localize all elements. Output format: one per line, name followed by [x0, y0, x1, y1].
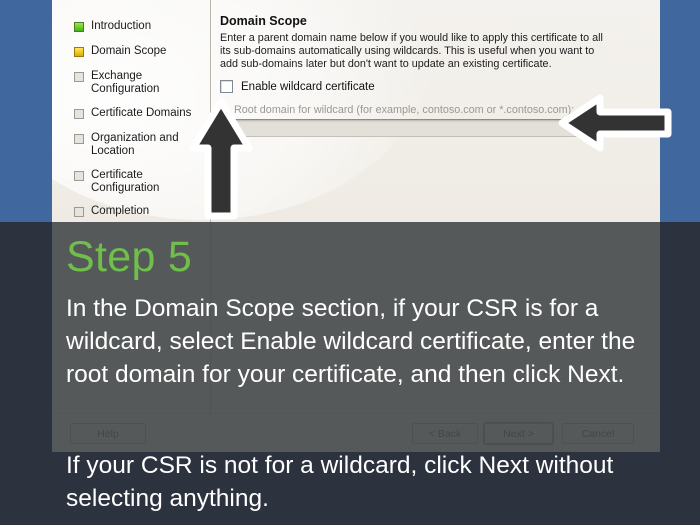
sidebar-item-label: Introduction	[91, 20, 152, 32]
step-status-icon-current	[74, 47, 84, 57]
left-arrow-icon	[556, 92, 674, 159]
caption-footer-text: If your CSR is not for a wildcard, click…	[66, 452, 614, 512]
sidebar-item-exchange-configuration[interactable]: Exchange Configuration	[74, 70, 159, 95]
enable-wildcard-certificate-label: Enable wildcard certificate	[241, 80, 375, 93]
enable-wildcard-certificate-row[interactable]: Enable wildcard certificate	[220, 80, 375, 93]
sidebar-item-domain-scope[interactable]: Domain Scope	[74, 45, 166, 58]
step-status-icon-done	[74, 22, 84, 32]
sidebar-item-label: Domain Scope	[91, 45, 167, 57]
caption-body-text: In the Domain Scope section, if your CSR…	[66, 295, 636, 388]
page-title: Domain Scope	[220, 14, 307, 28]
sidebar-item-certificate-configuration[interactable]: Certificate Configuration	[74, 169, 159, 194]
up-arrow-icon	[186, 96, 256, 229]
step-title: Step 5	[66, 233, 193, 281]
step-status-icon-pending	[74, 171, 84, 181]
instruction-caption: Step 5 In the Domain Scope section, if y…	[0, 222, 700, 525]
sidebar-item-completion[interactable]: Completion	[74, 205, 149, 218]
step-status-icon-pending	[74, 207, 84, 217]
sidebar-item-label: Exchange Configuration	[91, 70, 160, 95]
pane-description: Enter a parent domain name below if you …	[220, 32, 603, 71]
sidebar-item-label: Organization and Location	[91, 132, 179, 157]
sidebar-item-introduction[interactable]: Introduction	[74, 20, 151, 33]
sidebar-item-certificate-domains[interactable]: Certificate Domains	[74, 107, 191, 120]
sidebar-item-label: Certificate Configuration	[91, 169, 160, 194]
step-status-icon-pending	[74, 72, 84, 82]
step-status-icon-pending	[74, 109, 84, 119]
sidebar-item-label: Certificate Domains	[91, 107, 192, 119]
step-status-icon-pending	[74, 134, 84, 144]
sidebar-item-organization-and-location[interactable]: Organization and Location	[74, 132, 179, 157]
sidebar-item-label: Completion	[91, 205, 150, 217]
root-domain-label: Root domain for wildcard (for example, c…	[234, 104, 575, 116]
enable-wildcard-certificate-checkbox[interactable]	[220, 80, 233, 93]
